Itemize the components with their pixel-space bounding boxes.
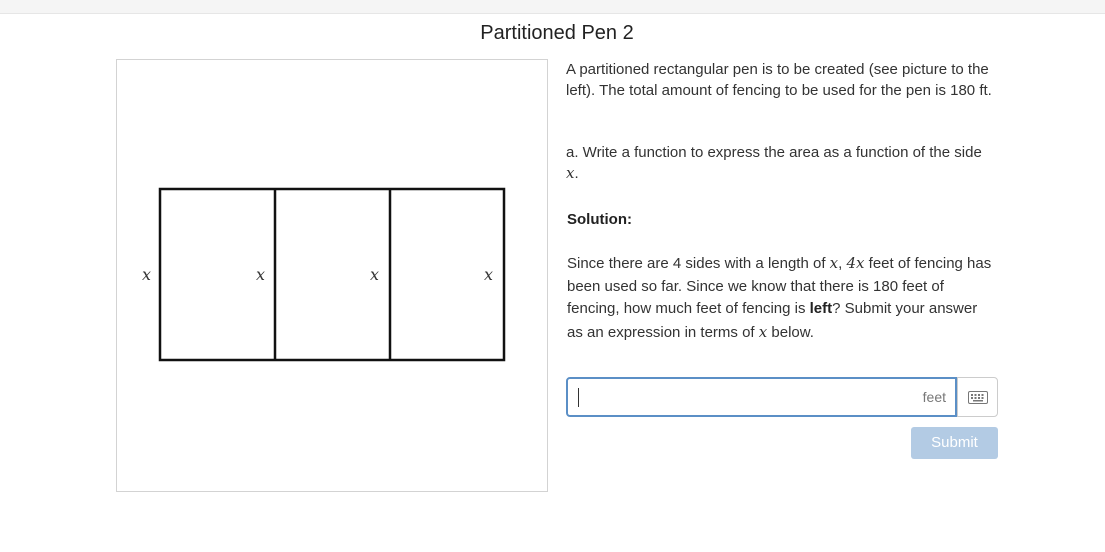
solution-var-2: 4x	[846, 254, 865, 272]
problem-intro: A partitioned rectangular pen is to be c…	[566, 61, 992, 99]
solution-part-1: Since there are 4 sides with a length of	[567, 255, 830, 272]
solution-heading: Solution:	[567, 211, 632, 228]
solution-var-1: x	[829, 254, 839, 272]
figure-panel: x x x x	[116, 59, 548, 492]
solution-bold-left: left	[809, 300, 833, 317]
solution-var-3: x	[758, 322, 768, 341]
problem-content: A partitioned rectangular pen is to be c…	[566, 59, 996, 341]
pen-outline	[158, 187, 506, 362]
pen-diagram: x x x x	[142, 187, 506, 362]
side-label-1: x	[142, 265, 151, 284]
answer-row: feet	[566, 377, 998, 418]
problem-question: a. Write a function to express the area …	[566, 142, 996, 184]
question-text: a. Write a function to express the area …	[566, 144, 982, 161]
page-title: Partitioned Pen 2	[480, 22, 634, 44]
answer-input[interactable]: feet	[566, 377, 957, 417]
math-keyboard-button[interactable]	[957, 377, 998, 417]
question-suffix: .	[574, 165, 579, 182]
solution-part-5: below.	[767, 323, 814, 341]
side-label-4: x	[484, 265, 493, 284]
side-label-3: x	[370, 265, 379, 284]
solution-text: Since there are 4 sides with a length of…	[567, 252, 997, 344]
side-label-2: x	[256, 265, 265, 284]
keyboard-icon	[968, 391, 988, 404]
answer-unit: feet	[922, 389, 946, 405]
submit-button[interactable]: Submit	[911, 427, 998, 459]
text-caret	[578, 388, 579, 407]
top-bar	[0, 0, 1105, 14]
